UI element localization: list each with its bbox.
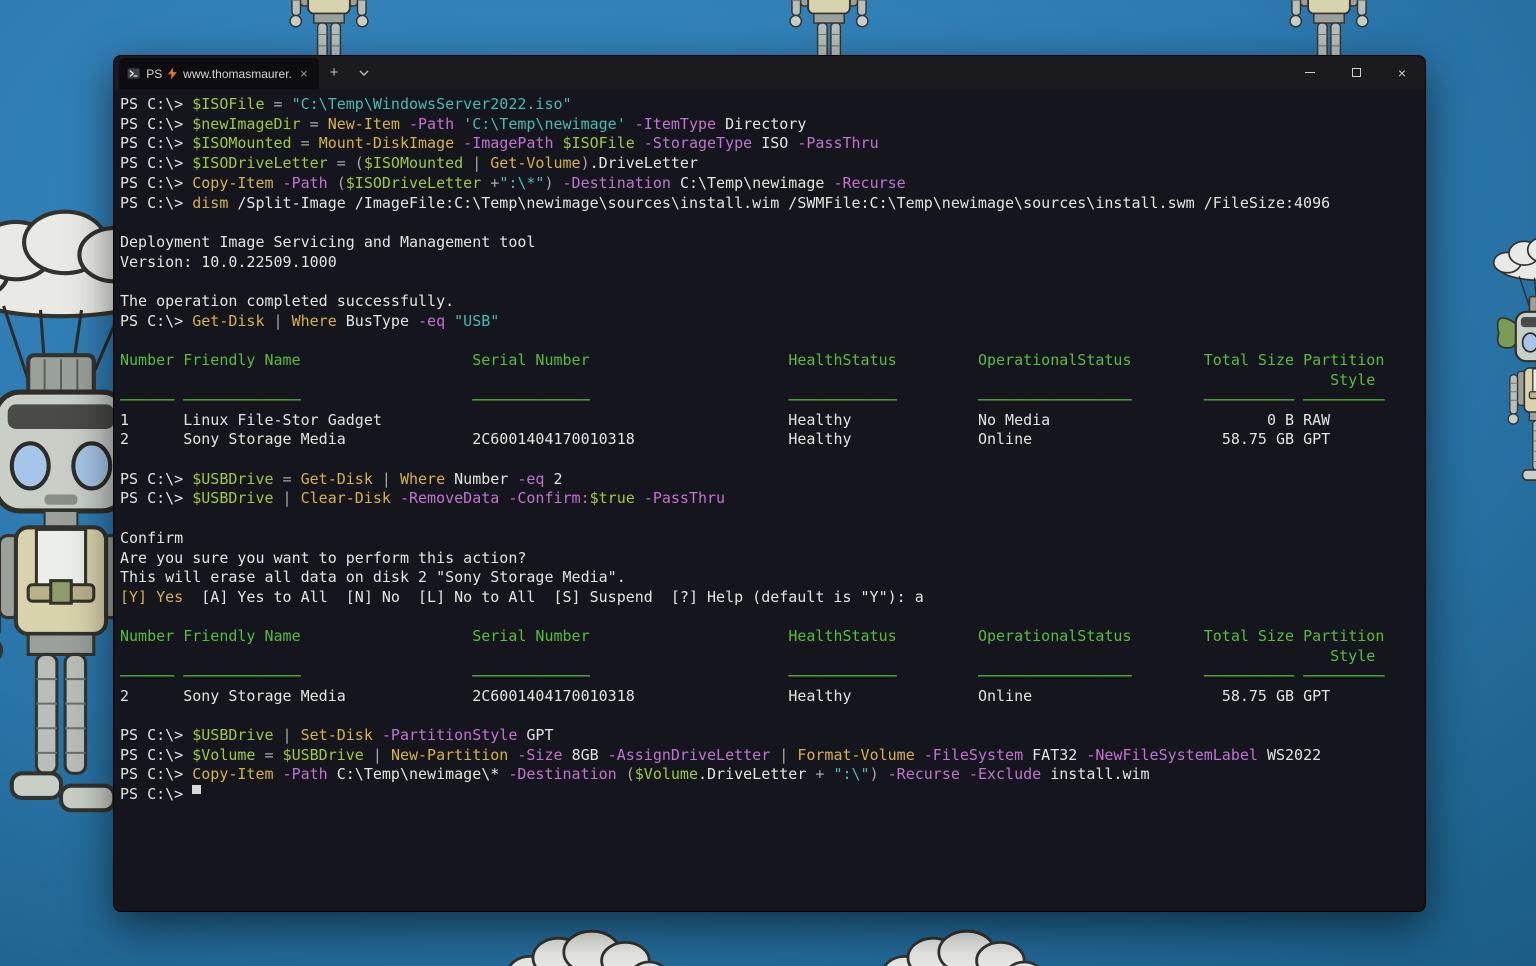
terminal-content[interactable]: PS C:\> $ISOFile = "C:\Temp\WindowsServe… [114,89,1425,912]
terminal-line: 2 Sony Storage Media 2C6001404170010318 … [120,687,1425,707]
lightning-bolt-icon [168,67,177,80]
terminal-line: ────── ───────────── ───────────── ─────… [120,667,1425,687]
terminal-line: PS C:\> $USBDrive | Set-Disk -PartitionS… [120,726,1425,746]
robot-illustration [505,920,673,966]
terminal-line [120,332,1425,352]
minimize-button[interactable] [1287,56,1333,89]
terminal-window: PS www.thomasmaurer.ch × + × PS C:\> $IS… [113,55,1426,912]
titlebar[interactable]: PS www.thomasmaurer.ch × + × [114,56,1425,89]
terminal-line: ────── ───────────── ───────────── ─────… [120,391,1425,411]
terminal-line: PS C:\> $Volume = $USBDrive | New-Partit… [120,746,1425,766]
terminal-line: PS C:\> dism /Split-Image /ImageFile:C:\… [120,194,1425,214]
terminal-line: Are you sure you want to perform this ac… [120,549,1425,569]
terminal-line: Version: 10.0.22509.1000 [120,253,1425,273]
terminal-line [120,213,1425,233]
tab-close-button[interactable]: × [297,66,311,81]
new-tab-button[interactable]: + [319,56,349,89]
terminal-line: PS C:\> [120,785,1425,805]
terminal-line: PS C:\> $USBDrive | Clear-Disk -RemoveDa… [120,489,1425,509]
tab-dropdown-button[interactable] [349,56,379,89]
close-button[interactable]: × [1379,56,1425,89]
terminal-line: Style [120,371,1425,391]
terminal-line [120,509,1425,529]
maximize-button[interactable] [1333,56,1379,89]
terminal-line: Confirm [120,529,1425,549]
terminal-line: PS C:\> $ISODriveLetter = ($ISOMounted |… [120,154,1425,174]
terminal-line: Deployment Image Servicing and Managemen… [120,233,1425,253]
robot-illustration [880,920,1048,966]
terminal-line: PS C:\> Copy-Item -Path C:\Temp\newimage… [120,765,1425,785]
terminal-line [120,608,1425,628]
terminal-line: PS C:\> $newImageDir = New-Item -Path 'C… [120,115,1425,135]
terminal-line: [Y] Yes [A] Yes to All [N] No [L] No to … [120,588,1425,608]
terminal-line: Number Friendly Name Serial Number Healt… [120,351,1425,371]
terminal-line: The operation completed successfully. [120,292,1425,312]
terminal-line [120,450,1425,470]
tab-powershell[interactable]: PS www.thomasmaurer.ch × [119,58,319,89]
chevron-down-icon [359,70,369,76]
terminal-line: Number Friendly Name Serial Number Healt… [120,627,1425,647]
terminal-line: 1 Linux File-Stor Gadget Healthy No Medi… [120,411,1425,431]
terminal-line: 2 Sony Storage Media 2C6001404170010318 … [120,430,1425,450]
terminal-line [120,706,1425,726]
terminal-line: PS C:\> $USBDrive = Get-Disk | Where Num… [120,470,1425,490]
tab-ps-label: PS [146,67,162,81]
tab-title: www.thomasmaurer.ch [183,67,291,81]
terminal-line [120,272,1425,292]
desktop-wallpaper: PS www.thomasmaurer.ch × + × PS C:\> $IS… [0,0,1536,966]
terminal-line: Style [120,647,1425,667]
terminal-line: PS C:\> Copy-Item -Path ($ISODriveLetter… [120,174,1425,194]
terminal-line: PS C:\> $ISOFile = "C:\Temp\WindowsServe… [120,95,1425,115]
terminal-line: PS C:\> Get-Disk | Where BusType -eq "US… [120,312,1425,332]
terminal-line: PS C:\> $ISOMounted = Mount-DiskImage -I… [120,134,1425,154]
robot-illustration [1492,230,1536,511]
terminal-output: PS C:\> $ISOFile = "C:\Temp\WindowsServe… [120,95,1425,805]
powershell-icon [127,66,140,81]
terminal-line: This will erase all data on disk 2 "Sony… [120,568,1425,588]
